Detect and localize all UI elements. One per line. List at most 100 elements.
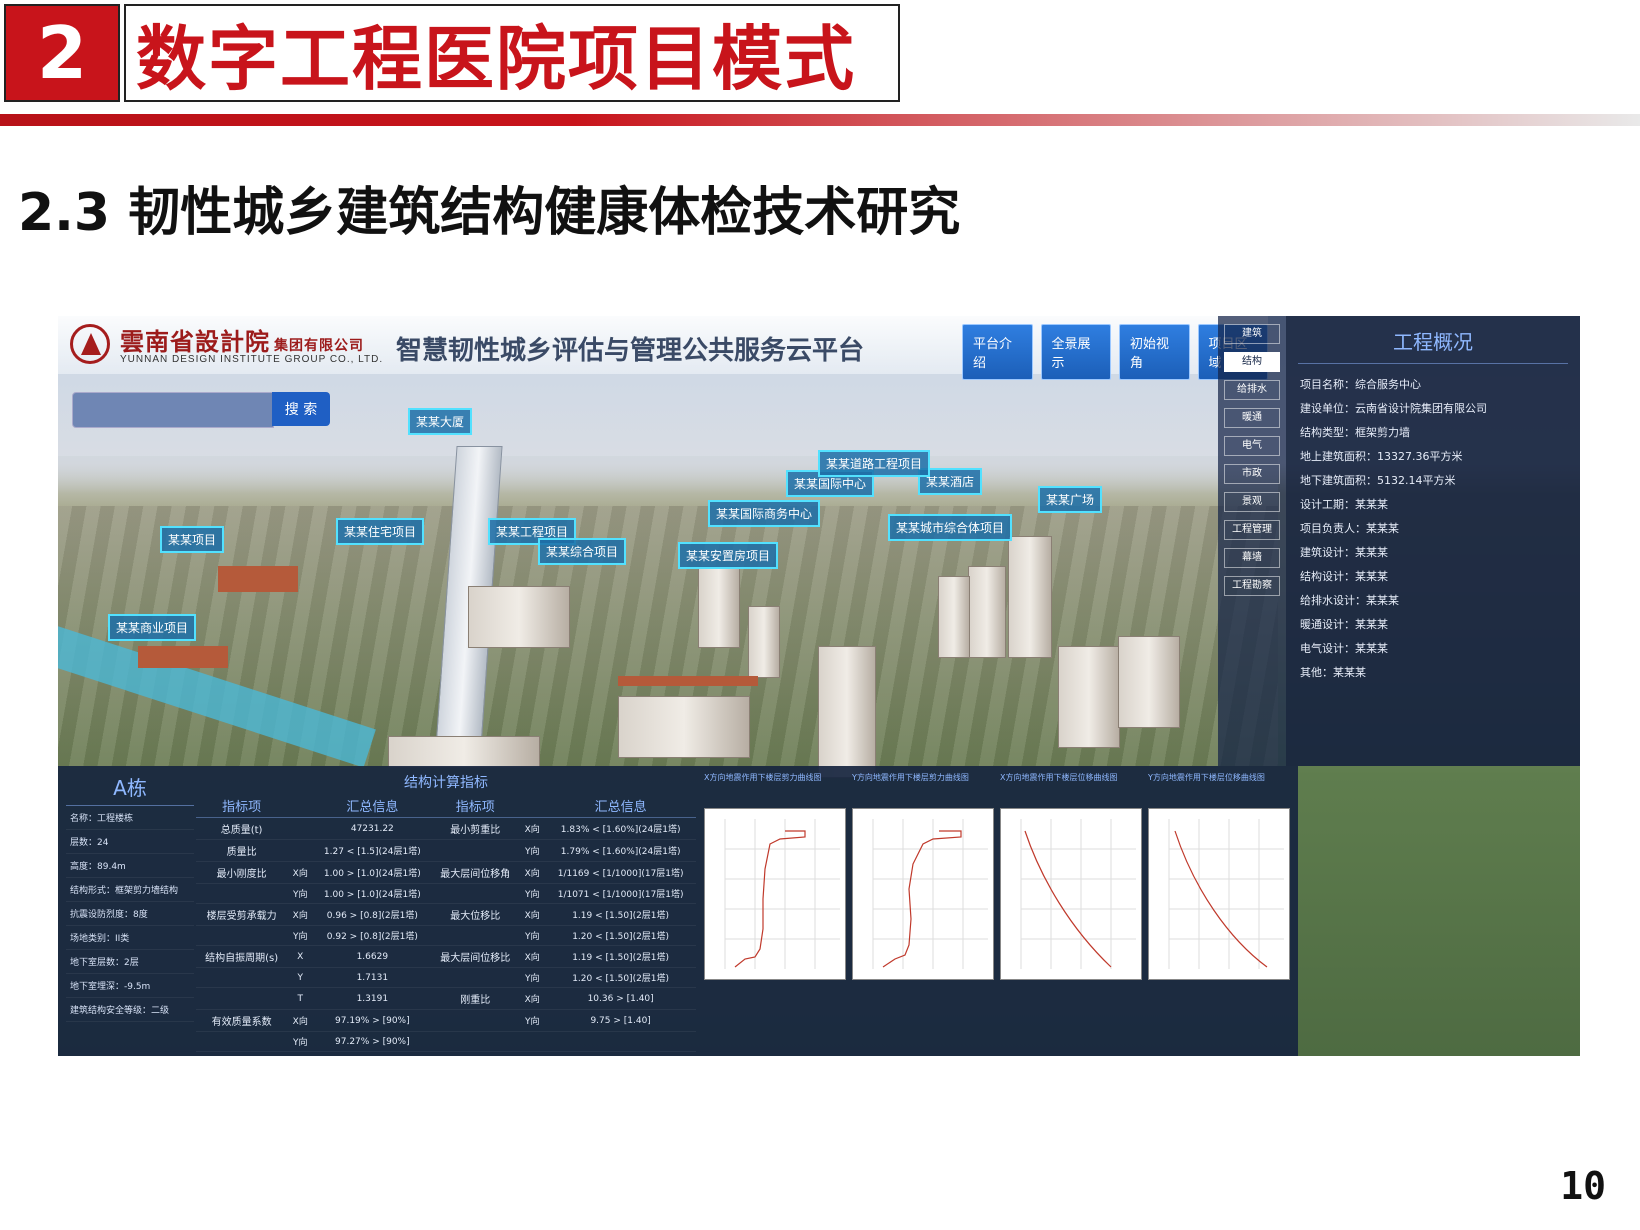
- table-row: 有效质量系数 X向 97.19% > [90%] Y向 9.75 > [1.40]: [196, 1009, 696, 1032]
- table-cell: 10.36 > [1.40]: [545, 987, 696, 1010]
- table-cell: 97.27% > [90%]: [313, 1031, 432, 1052]
- table-cell: 0.92 > [0.8](2层1塔): [313, 925, 432, 946]
- search-button[interactable]: 搜 索: [272, 392, 330, 426]
- residential-block[interactable]: [468, 586, 570, 648]
- table-cell: [431, 839, 520, 862]
- displacement-chart-y: [1148, 808, 1290, 980]
- table-cell: [287, 839, 314, 862]
- nav-item-architecture[interactable]: 建筑: [1224, 324, 1280, 344]
- map-label[interactable]: 某某国际商务中心: [708, 500, 821, 527]
- institute-logo-icon: [70, 324, 110, 364]
- chart-title: Y方向地震作用下楼层剪力曲线图: [852, 773, 969, 782]
- rooftop: [618, 676, 758, 686]
- map-label[interactable]: 某某道路工程项目: [818, 450, 931, 477]
- table-cell: X: [287, 945, 314, 968]
- nav-item-survey[interactable]: 工程勘察: [1224, 576, 1280, 596]
- highrise-building[interactable]: [818, 646, 876, 778]
- table-cell: Y: [287, 967, 314, 988]
- nav-item-management[interactable]: 工程管理: [1224, 520, 1280, 540]
- table-cell: 结构自振周期(s): [196, 945, 288, 968]
- org-name: 雲南省設計院 集团有限公司: [120, 327, 364, 356]
- response-charts: X方向地震作用下楼层剪力曲线图 Y方向地震作用下楼层剪力曲线图 X方向地震作用下…: [700, 772, 1294, 1050]
- map-label[interactable]: 某某城市综合体项目: [888, 514, 1013, 541]
- table-cell: 总质量(t): [196, 817, 288, 840]
- chart-svg: [724, 819, 840, 969]
- header-rule: [0, 114, 1640, 126]
- table-cell: X向: [287, 903, 314, 926]
- building-info-panel: A栋 名称：工程楼栋 层数：24 高度：89.4m 结构形式：框架剪力墙结构 抗…: [66, 772, 194, 1052]
- column-header: 指标项: [196, 794, 288, 818]
- building-info-row: 建筑结构安全等级：二级: [66, 998, 194, 1022]
- map-label[interactable]: 某某项目: [160, 526, 225, 553]
- table-cell: [196, 1031, 288, 1052]
- chart-svg: [1168, 819, 1284, 969]
- map-label[interactable]: 某某大厦: [408, 408, 473, 435]
- nav-item-electrical[interactable]: 电气: [1224, 436, 1280, 456]
- table-cell: X向: [519, 987, 546, 1010]
- highrise-building[interactable]: [968, 566, 1006, 658]
- overview-row: 其他：某某某: [1300, 666, 1366, 679]
- building-info-row: 高度：89.4m: [66, 854, 194, 878]
- table-cell: [545, 1031, 696, 1052]
- table-cell: [431, 967, 520, 988]
- table-cell: Y向: [519, 967, 546, 988]
- table-cell: [431, 925, 520, 946]
- school-building[interactable]: [138, 646, 228, 668]
- table-row: Y向 0.92 > [0.8](2层1塔) Y向 1.20 < [1.50](2层1塔…: [196, 925, 696, 946]
- table-cell: 最小刚度比: [196, 861, 288, 884]
- highrise-building[interactable]: [1118, 636, 1180, 728]
- nav-panorama-button[interactable]: 全景展示: [1040, 324, 1111, 380]
- table-row: 结构自振周期(s) X 1.6629 最大层间位移比 X向 1.19 < [1.50](2…: [196, 945, 696, 968]
- nav-initial-view-button[interactable]: 初始视角: [1119, 324, 1190, 380]
- nav-item-hvac[interactable]: 暖通: [1224, 408, 1280, 428]
- table-cell: 最大层间位移角: [431, 861, 520, 884]
- map-label[interactable]: 某某广场: [1038, 486, 1103, 513]
- table-cell: 最大位移比: [431, 903, 520, 926]
- school-building[interactable]: [218, 566, 298, 592]
- displacement-curve-x: [1024, 830, 1112, 968]
- table-row: Y 1.7131 Y向 1.20 < [1.50](2层1塔): [196, 967, 696, 988]
- table-cell: X向: [519, 945, 546, 968]
- discipline-nav: 建筑 结构 给排水 暖通 电气 市政 景观 工程管理 幕墙 工程勘察: [1218, 316, 1286, 766]
- column-header: 汇总信息: [313, 794, 432, 818]
- chart-grid: [1168, 819, 1284, 969]
- map-label[interactable]: 某某住宅项目: [336, 518, 425, 545]
- map-label[interactable]: 某某安置房项目: [678, 542, 779, 569]
- table-cell: Y向: [287, 1031, 314, 1052]
- nav-item-curtain-wall[interactable]: 幕墙: [1224, 548, 1280, 568]
- map-label[interactable]: 某某商业项目: [108, 614, 197, 641]
- search-input[interactable]: [72, 392, 274, 428]
- table-cell: T: [287, 987, 314, 1010]
- highrise-building[interactable]: [698, 566, 740, 648]
- table-cell: 最大层间位移比: [431, 945, 520, 968]
- table-row: T 1.3191 刚重比 X向 10.36 > [1.40]: [196, 987, 696, 1010]
- nav-platform-intro-button[interactable]: 平台介绍: [962, 324, 1033, 380]
- table-cell: 97.19% > [90%]: [313, 1009, 432, 1032]
- platform-title: 智慧韧性城乡评估与管理公共服务云平台: [396, 336, 865, 366]
- platform-screenshot: 某某大厦 某某项目 某某商业项目 某某国际中心 某某酒店 某某广场 某某住宅项目…: [58, 316, 1580, 1056]
- residential-block[interactable]: [618, 696, 750, 758]
- table-cell: 1.00 > [1.0](24层1塔): [313, 861, 432, 884]
- highrise-building[interactable]: [938, 576, 970, 658]
- nav-item-municipal[interactable]: 市政: [1224, 464, 1280, 484]
- nav-item-landscape[interactable]: 景观: [1224, 492, 1280, 512]
- nav-item-structure[interactable]: 结构: [1224, 352, 1280, 372]
- overview-row: 建设单位：云南省设计院集团有限公司: [1300, 402, 1487, 415]
- building-info-row: 地下室埋深：-9.5m: [66, 974, 194, 998]
- table-cell: 1.79% < [1.60%](24层1塔): [545, 839, 696, 862]
- highrise-building[interactable]: [1058, 646, 1120, 748]
- residential-block[interactable]: [388, 736, 540, 768]
- nav-item-plumbing[interactable]: 给排水: [1224, 380, 1280, 400]
- table-row: 楼层受剪承载力 X向 0.96 > [0.8](2层1塔) 最大位移比 X向 1.19 <…: [196, 903, 696, 926]
- shear-curve-y: [882, 830, 962, 968]
- calc-indicator-table: 结构计算指标 指标项 汇总信息 指标项 汇总信息 总质量(t) 47231.22 最…: [196, 772, 696, 1052]
- highrise-building[interactable]: [748, 606, 780, 678]
- org-name-en: YUNNAN DESIGN INSTITUTE GROUP CO., LTD.: [120, 354, 384, 365]
- highrise-building[interactable]: [1008, 536, 1052, 658]
- map-label[interactable]: 某某综合项目: [538, 538, 627, 565]
- chart-grid: [724, 819, 840, 969]
- displacement-curve-y: [1174, 830, 1268, 968]
- table-cell: [431, 1009, 520, 1032]
- table-cell: [196, 925, 288, 946]
- building-info-row: 场地类别：II类: [66, 926, 194, 950]
